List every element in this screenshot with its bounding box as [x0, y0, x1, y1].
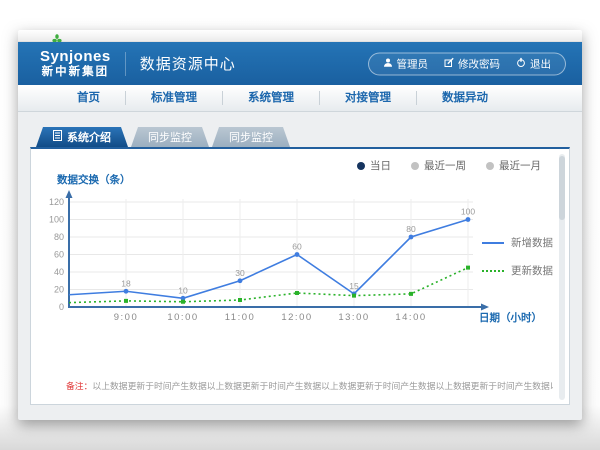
- y-tick-label: 40: [54, 267, 64, 277]
- page-title: 数据资源中心: [140, 53, 236, 74]
- data-point-marker: [352, 294, 356, 298]
- power-icon: [516, 57, 526, 70]
- time-filter-group: 当日 最近一周 最近一月: [357, 158, 541, 173]
- tab-sync-monitor-2[interactable]: 同步监控: [212, 127, 290, 147]
- nav-item[interactable]: 数据异动: [416, 91, 513, 105]
- tab-sync-monitor-1[interactable]: 同步监控: [131, 127, 209, 147]
- panel-scrollbar-thumb[interactable]: [559, 156, 565, 220]
- radio-last-week[interactable]: 最近一周: [411, 158, 466, 173]
- data-point-marker: [295, 252, 300, 257]
- data-point-label: 30: [235, 268, 245, 278]
- chart-panel: 当日 最近一周 最近一月 数据交换（条） 0 20 40 60 80 100 120 9:00 10…: [30, 147, 570, 405]
- radio-dot-icon: [411, 162, 419, 170]
- header-divider: [125, 52, 126, 76]
- user-menu: 管理员 修改密码 退出: [368, 52, 567, 75]
- data-point-marker: [181, 300, 185, 304]
- user-icon: [383, 57, 393, 70]
- filter-label: 最近一月: [499, 158, 541, 173]
- user-item-label: 管理员: [397, 56, 429, 71]
- logout-button[interactable]: 退出: [516, 56, 551, 71]
- edit-icon: [444, 57, 454, 70]
- user-item-label: 退出: [530, 56, 551, 71]
- tab-label: 同步监控: [229, 129, 273, 145]
- x-tick-label: 13:00: [338, 312, 369, 323]
- y-tick-label: 60: [54, 250, 64, 260]
- data-point-marker: [295, 291, 299, 295]
- legend-line-dotted: [482, 270, 504, 272]
- panel-scrollbar[interactable]: [559, 154, 565, 400]
- tab-bar: 系统介绍 同步监控 同步监控: [36, 127, 570, 147]
- document-icon: [53, 130, 62, 144]
- y-tick-label: 20: [54, 285, 64, 295]
- radio-dot-icon: [357, 162, 365, 170]
- change-password-button[interactable]: 修改密码: [444, 56, 500, 71]
- brand-logo: Synjones 新中新集团: [40, 48, 111, 78]
- user-item-label: 修改密码: [458, 56, 500, 71]
- y-tick-label: 80: [54, 232, 64, 242]
- footer-note-label: 备注：: [66, 381, 92, 391]
- legend-item-new-data: 新增数据: [482, 235, 553, 250]
- x-tick-label: 11:00: [225, 312, 256, 323]
- data-point-marker: [238, 278, 243, 283]
- app-header: Synjones 新中新集团 数据资源中心 管理员 修改密码 退出: [18, 42, 582, 85]
- legend-label: 更新数据: [511, 263, 553, 278]
- data-point-marker: [124, 299, 128, 303]
- radio-today[interactable]: 当日: [357, 158, 391, 173]
- data-point-label: 18: [121, 278, 131, 288]
- content-area: 系统介绍 同步监控 同步监控 当日 最近一周 最近一月 数据交换（条） 0 20 40 60 8…: [18, 112, 582, 405]
- main-nav: 首页标准管理系统管理对接管理数据异动: [18, 85, 582, 112]
- nav-item[interactable]: 首页: [52, 91, 125, 105]
- data-point-marker: [409, 235, 414, 240]
- data-point-marker: [124, 289, 129, 294]
- x-tick-label: 10:00: [167, 312, 198, 323]
- legend-line-solid: [482, 242, 504, 244]
- legend-label: 新增数据: [511, 235, 553, 250]
- x-tick-label: 12:00: [281, 312, 312, 323]
- brand-logo-subtext: 新中新集团: [40, 66, 111, 79]
- current-user-button[interactable]: 管理员: [383, 56, 429, 71]
- filter-label: 最近一周: [424, 158, 466, 173]
- tab-label: 同步监控: [148, 129, 192, 145]
- app-window: Synjones 新中新集团 数据资源中心 管理员修改密码退出 首页标准管理系统…: [18, 30, 582, 420]
- footer-note: 备注：以上数据更新于时间产生数据以上数据更新于时间产生数据以上数据更新于时间产生…: [66, 379, 553, 392]
- y-tick-label: 120: [49, 197, 64, 207]
- data-point-label: 80: [406, 224, 416, 234]
- nav-item[interactable]: 对接管理: [319, 91, 416, 105]
- data-point-label: 15: [349, 281, 359, 291]
- y-tick-label: 0: [59, 302, 64, 312]
- x-axis-title: 日期（小时）: [479, 311, 542, 324]
- tab-system-intro[interactable]: 系统介绍: [36, 127, 128, 147]
- legend-item-update-data: 更新数据: [482, 263, 553, 278]
- x-axis-arrow-icon: [481, 304, 489, 311]
- x-tick-label: 9:00: [114, 312, 139, 323]
- x-tick-label: 14:00: [395, 312, 426, 323]
- radio-last-month[interactable]: 最近一月: [486, 158, 541, 173]
- data-point-label: 100: [461, 207, 475, 217]
- nav-item[interactable]: 系统管理: [222, 91, 319, 105]
- brand-logo-text: Synjones: [40, 48, 111, 65]
- y-axis-arrow-icon: [66, 190, 73, 198]
- window-top-strip: [18, 30, 582, 42]
- y-tick-label: 100: [49, 215, 64, 225]
- data-point-label: 10: [178, 285, 188, 295]
- data-point-marker: [466, 266, 470, 270]
- radio-dot-icon: [486, 162, 494, 170]
- tab-label: 系统介绍: [67, 129, 111, 145]
- data-point-label: 60: [292, 242, 302, 252]
- y-axis-title: 数据交换（条）: [57, 172, 131, 187]
- footer-note-text: 以上数据更新于时间产生数据以上数据更新于时间产生数据以上数据更新于时间产生数据以…: [92, 381, 553, 391]
- nav-item[interactable]: 标准管理: [125, 91, 222, 105]
- data-point-marker: [466, 217, 471, 222]
- filter-label: 当日: [370, 158, 391, 173]
- data-point-marker: [238, 298, 242, 302]
- data-point-marker: [409, 292, 413, 296]
- chart-legend: 新增数据 更新数据: [482, 235, 553, 278]
